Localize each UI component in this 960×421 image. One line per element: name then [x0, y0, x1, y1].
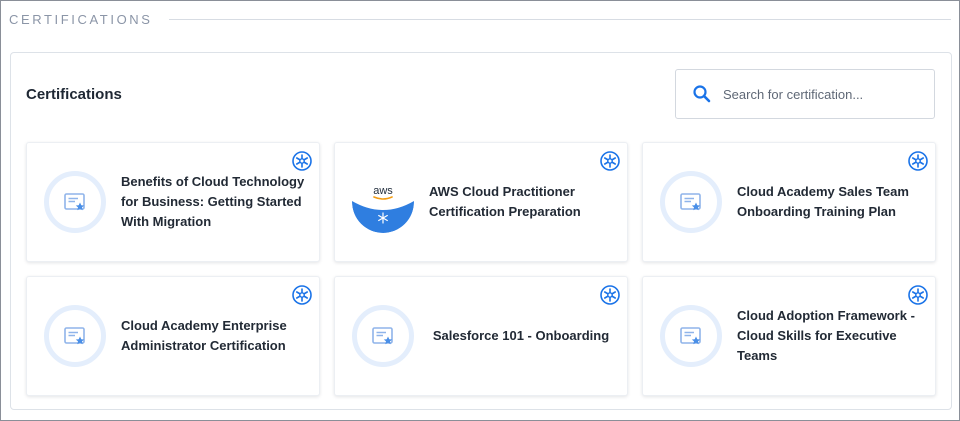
certifications-panel: Certifications Benefits of Cloud Technol… — [10, 52, 952, 410]
snowflake-badge-icon — [600, 285, 620, 305]
certification-card[interactable]: aws AWS Cloud Practitioner Certification… — [334, 142, 628, 262]
certifications-widget: CERTIFICATIONS Certifications Benefits o… — [0, 0, 960, 421]
card-title: Cloud Academy Sales Team Onboarding Trai… — [737, 184, 909, 219]
snowflake-badge-icon — [908, 151, 928, 171]
certification-card[interactable]: Salesforce 101 - Onboarding — [334, 276, 628, 396]
snowflake-badge-icon — [292, 285, 312, 305]
card-title: Salesforce 101 - Onboarding — [432, 328, 610, 343]
search-input[interactable] — [723, 82, 918, 106]
aws-logo-text: aws — [373, 185, 393, 197]
card-title: Cloud Adoption Framework - Cloud Skills … — [737, 308, 915, 363]
certification-card[interactable]: Cloud Adoption Framework - Cloud Skills … — [642, 276, 936, 396]
card-title: AWS Cloud Practitioner Certification Pre… — [429, 184, 581, 219]
section-heading: CERTIFICATIONS — [9, 11, 153, 27]
aws-logo: aws — [352, 171, 414, 233]
certificate-icon — [44, 305, 106, 367]
card-title: Benefits of Cloud Technology for Busines… — [121, 174, 305, 229]
panel-title: Certifications — [26, 86, 122, 103]
certification-card[interactable]: Benefits of Cloud Technology for Busines… — [26, 142, 320, 262]
snowflake-badge-icon — [908, 285, 928, 305]
snowflake-badge-icon — [292, 151, 312, 171]
search-box[interactable] — [675, 69, 935, 119]
certificate-icon — [352, 305, 414, 367]
certificate-icon — [660, 171, 722, 233]
certificate-icon — [44, 171, 106, 233]
search-icon[interactable] — [692, 84, 712, 104]
certification-card[interactable]: Cloud Academy Enterprise Administrator C… — [26, 276, 320, 396]
snowflake-badge-icon — [600, 151, 620, 171]
section-divider — [168, 18, 951, 20]
section-header: CERTIFICATIONS — [9, 10, 951, 28]
certification-card[interactable]: Cloud Academy Sales Team Onboarding Trai… — [642, 142, 936, 262]
card-title: Cloud Academy Enterprise Administrator C… — [121, 318, 287, 353]
certificate-icon — [660, 305, 722, 367]
